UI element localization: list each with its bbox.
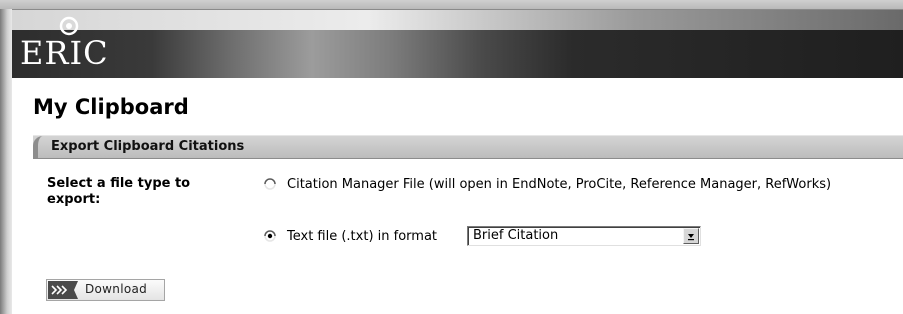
section-title: Export Clipboard Citations bbox=[51, 139, 245, 154]
radio-text-file[interactable] bbox=[262, 228, 278, 244]
citation-format-select[interactable]: Brief Citation bbox=[467, 226, 701, 246]
download-button[interactable]: Download bbox=[46, 279, 165, 301]
eric-logo[interactable]: ERIC bbox=[20, 36, 109, 70]
download-label: Download bbox=[85, 282, 148, 296]
eric-logo-mark-icon bbox=[58, 14, 80, 36]
eric-banner-highlight bbox=[12, 10, 903, 30]
radio-citation-manager[interactable] bbox=[262, 176, 278, 192]
chevron-down-icon[interactable] bbox=[683, 228, 699, 244]
option-text-file-label: Text file (.txt) in format bbox=[287, 229, 438, 244]
download-arrow-icon bbox=[48, 281, 78, 299]
option-citation-manager-label: Citation Manager File (will open in EndN… bbox=[287, 177, 832, 192]
page-title: My Clipboard bbox=[33, 95, 189, 119]
file-type-label: Select a file type to export: bbox=[47, 176, 191, 207]
browser-chrome-strip bbox=[0, 0, 903, 10]
section-header-bar: Export Clipboard Citations bbox=[33, 135, 903, 159]
citation-format-value: Brief Citation bbox=[473, 228, 559, 243]
window-left-edge bbox=[0, 9, 12, 314]
